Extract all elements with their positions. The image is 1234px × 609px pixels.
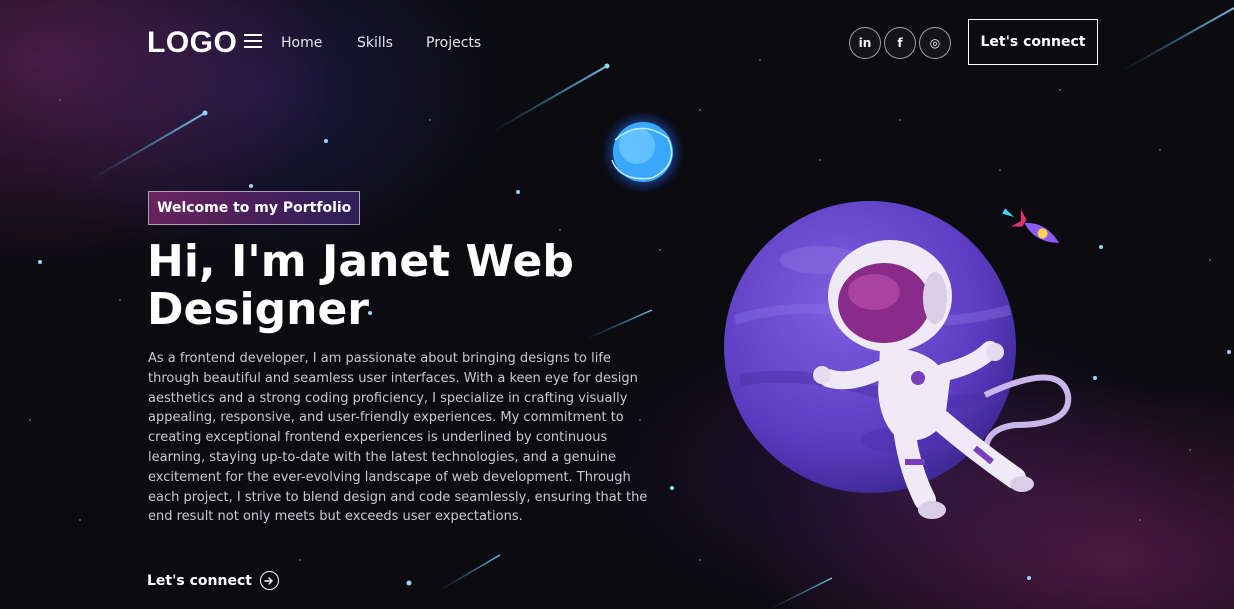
glowing-moon	[601, 110, 685, 194]
rocket	[1002, 208, 1060, 243]
astronaut-illustration	[601, 110, 1072, 519]
